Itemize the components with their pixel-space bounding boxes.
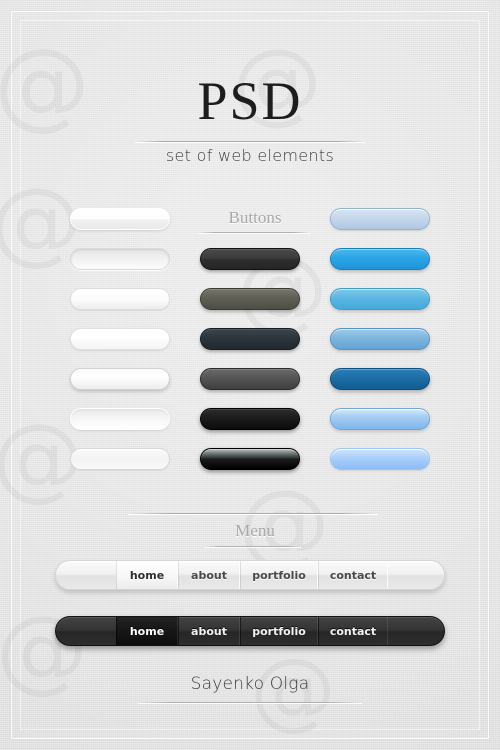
light-button-7[interactable] (70, 448, 170, 470)
light-nav-item-about[interactable]: about (178, 561, 240, 589)
buttons-section-divider (198, 232, 310, 233)
blue-button-3[interactable] (330, 288, 430, 310)
dark-nav-item-about[interactable]: about (178, 617, 240, 645)
dark-button-3[interactable] (200, 328, 300, 350)
header-divider (135, 141, 365, 142)
dark-button-6[interactable] (200, 448, 300, 470)
menu-section-divider-bottom (205, 546, 301, 547)
light-button-1[interactable] (70, 208, 170, 230)
blue-button-6[interactable] (330, 408, 430, 430)
menu-section-label: Menu (235, 521, 275, 540)
light-button-2[interactable] (70, 248, 170, 270)
nav-right-spacer (388, 617, 444, 645)
dark-button-1[interactable] (200, 248, 300, 270)
light-navigation-bar: home about portfolio contact (55, 560, 445, 590)
dark-button-5[interactable] (200, 408, 300, 430)
author-credit: Sayenko Olga (190, 674, 310, 694)
light-button-6[interactable] (70, 408, 170, 430)
blue-button-1[interactable] (330, 208, 430, 230)
page-title: PSD (197, 71, 303, 131)
page-canvas: @ @ @ @ @ @ @ @ PSD set of web elements … (0, 0, 500, 750)
nav-left-spacer (56, 617, 116, 645)
light-nav-item-home[interactable]: home (116, 561, 178, 589)
blue-button-2[interactable] (330, 248, 430, 270)
footer-divider (138, 702, 362, 703)
page-subtitle: set of web elements (165, 146, 335, 165)
blue-button-4[interactable] (330, 328, 430, 350)
light-button-4[interactable] (70, 328, 170, 350)
blue-button-5[interactable] (330, 368, 430, 390)
dark-button-2[interactable] (200, 288, 300, 310)
light-button-3[interactable] (70, 288, 170, 310)
light-nav-item-contact[interactable]: contact (318, 561, 388, 589)
dark-nav-item-portfolio[interactable]: portfolio (240, 617, 318, 645)
blue-button-7[interactable] (330, 448, 430, 470)
menu-section-divider-top (128, 513, 378, 514)
nav-left-spacer (56, 561, 116, 589)
dark-navigation-bar: home about portfolio contact (55, 616, 445, 646)
nav-right-spacer (388, 561, 444, 589)
light-nav-item-portfolio[interactable]: portfolio (240, 561, 318, 589)
dark-button-4[interactable] (200, 368, 300, 390)
light-button-5[interactable] (70, 368, 170, 390)
dark-nav-item-contact[interactable]: contact (318, 617, 388, 645)
dark-nav-item-home[interactable]: home (116, 617, 178, 645)
buttons-section-label: Buttons (228, 208, 282, 227)
content-layer: PSD set of web elements Buttons Menu hom… (0, 0, 500, 750)
